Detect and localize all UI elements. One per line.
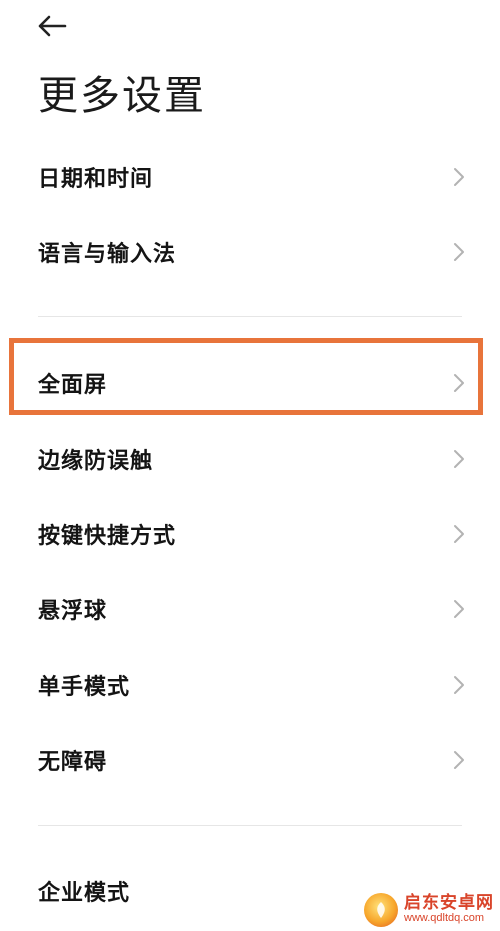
watermark-logo-icon xyxy=(364,893,398,927)
settings-item-label: 单手模式 xyxy=(38,675,131,700)
chevron-right-icon xyxy=(452,241,466,263)
settings-item-label: 无障碍 xyxy=(38,750,108,775)
settings-item-label: 企业模式 xyxy=(38,881,131,906)
settings-item-edge-protection[interactable]: 边缘防误触 xyxy=(0,427,500,491)
watermark: 启东安卓网 www.qdltdq.com xyxy=(364,893,494,927)
chevron-right-icon xyxy=(452,674,466,696)
settings-item-label: 全面屏 xyxy=(38,373,108,398)
chevron-right-icon xyxy=(452,448,466,470)
settings-item-label: 日期和时间 xyxy=(38,167,154,192)
settings-item-label: 悬浮球 xyxy=(38,599,108,624)
arrow-left-icon xyxy=(38,15,67,37)
back-button[interactable] xyxy=(30,6,74,46)
chevron-right-icon xyxy=(452,749,466,771)
chevron-right-icon xyxy=(452,598,466,620)
chevron-right-icon xyxy=(452,166,466,188)
chevron-right-icon xyxy=(452,523,466,545)
settings-item-accessibility[interactable]: 无障碍 xyxy=(0,728,500,792)
settings-item-floating-ball[interactable]: 悬浮球 xyxy=(0,577,500,641)
settings-item-label: 按键快捷方式 xyxy=(38,524,177,549)
section-divider xyxy=(38,316,462,317)
settings-item-label: 语言与输入法 xyxy=(38,242,177,267)
settings-item-label: 边缘防误触 xyxy=(38,449,154,474)
settings-item-one-handed-mode[interactable]: 单手模式 xyxy=(0,653,500,717)
page-title: 更多设置 xyxy=(38,73,206,119)
settings-item-button-shortcuts[interactable]: 按键快捷方式 xyxy=(0,502,500,566)
settings-item-language-input[interactable]: 语言与输入法 xyxy=(0,220,500,284)
watermark-url: www.qdltdq.com xyxy=(404,912,485,925)
section-divider xyxy=(38,825,462,826)
settings-item-full-screen[interactable]: 全面屏 xyxy=(0,351,500,415)
settings-item-date-time[interactable]: 日期和时间 xyxy=(0,145,500,209)
chevron-right-icon xyxy=(452,372,466,394)
watermark-name: 启东安卓网 xyxy=(404,893,494,914)
